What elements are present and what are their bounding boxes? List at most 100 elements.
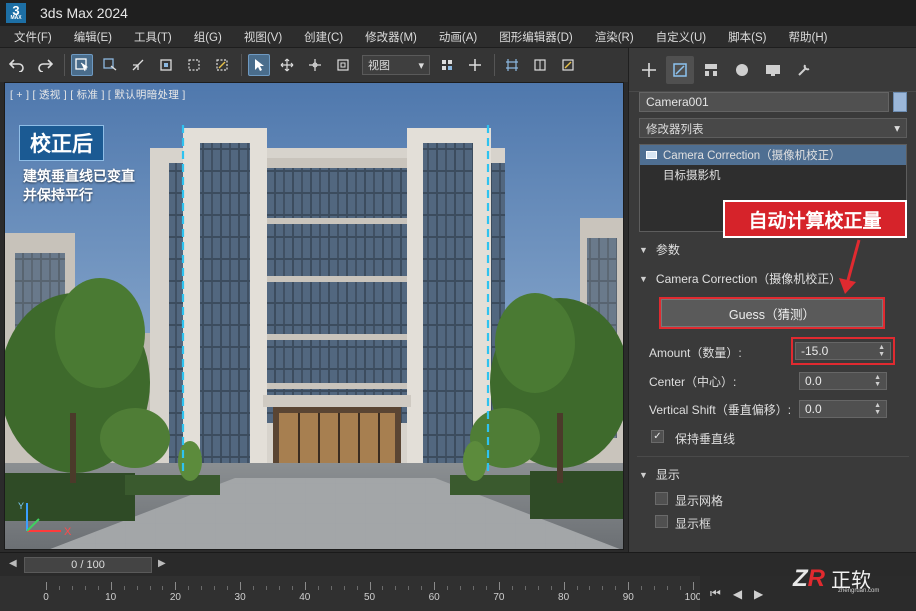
- command-panel-tabs: [629, 48, 916, 92]
- viewport-label-menu[interactable]: [ + ] [ 透视 ] [ 标准 ] [ 默认明暗处理 ]: [10, 87, 186, 102]
- modifier-visibility-icon[interactable]: [646, 151, 657, 159]
- menu-create[interactable]: 创建(C): [304, 29, 343, 45]
- reference-coordinate-select[interactable]: 视图 ▾: [362, 55, 430, 75]
- track-bar-minor-tick: [214, 586, 216, 590]
- next-frame-icon[interactable]: ▶: [158, 558, 166, 569]
- guess-button[interactable]: Guess（猜测）: [659, 297, 885, 329]
- play-icon[interactable]: ▶: [754, 587, 763, 601]
- time-slider[interactable]: 0 / 100: [24, 557, 152, 573]
- bind-icon[interactable]: [155, 54, 177, 76]
- checkmark-icon: ✓: [653, 431, 662, 442]
- rect-select-icon[interactable]: [183, 54, 205, 76]
- menu-help[interactable]: 帮助(H): [788, 29, 827, 45]
- display-rollout-header[interactable]: ▼ 显示: [639, 466, 680, 483]
- track-bar-minor-tick: [227, 586, 229, 590]
- display-tab-icon[interactable]: [759, 56, 787, 84]
- link-icon[interactable]: [127, 54, 149, 76]
- select-object-icon[interactable]: [71, 54, 93, 76]
- track-bar-minor-tick: [408, 586, 410, 590]
- scale-icon[interactable]: [332, 54, 354, 76]
- spinner-arrows-icon[interactable]: ▲ ▼: [874, 402, 881, 416]
- vertical-shift-spinner[interactable]: 0.0 ▲ ▼: [799, 400, 887, 418]
- toolbar-divider: [494, 54, 495, 76]
- show-grid-label: 显示网格: [675, 494, 724, 508]
- redo-icon[interactable]: [34, 54, 56, 76]
- prev-frame-icon[interactable]: ◀: [9, 558, 17, 569]
- chevron-down-icon: ▾: [894, 123, 900, 135]
- window-crossing-icon[interactable]: [211, 54, 233, 76]
- after-correction-description: 建筑垂直线已变直 并保持平行: [23, 167, 135, 205]
- menu-scripting[interactable]: 脚本(S): [728, 29, 766, 45]
- snap-toggle-icon[interactable]: [501, 54, 523, 76]
- move-icon[interactable]: [276, 54, 298, 76]
- track-bar-minor-tick: [680, 586, 682, 590]
- app-logo-icon[interactable]: 3 MAX: [6, 3, 26, 23]
- track-bar-tick-label: 40: [299, 592, 311, 603]
- create-tab-icon[interactable]: [635, 56, 663, 84]
- modify-tab-icon[interactable]: [666, 55, 694, 84]
- pivot-center-icon[interactable]: [436, 54, 458, 76]
- stack-item-camera-correction[interactable]: Camera Correction（摄像机校正）: [640, 145, 906, 165]
- menu-group[interactable]: 组(G): [194, 29, 222, 45]
- amount-value: -15.0: [801, 344, 829, 358]
- menu-rendering[interactable]: 渲染(R): [595, 29, 634, 45]
- align-icon[interactable]: [557, 54, 579, 76]
- menu-edit[interactable]: 编辑(E): [74, 29, 112, 45]
- menu-views[interactable]: 视图(V): [244, 29, 282, 45]
- menu-customize[interactable]: 自定义(U): [656, 29, 706, 45]
- main-toolbar: 视图 ▾: [0, 48, 628, 82]
- center-spinner[interactable]: 0.0 ▲ ▼: [799, 372, 887, 390]
- auto-calc-callout: 自动计算校正量: [723, 200, 907, 238]
- track-bar-tick: [46, 582, 47, 590]
- go-to-start-icon[interactable]: ⏮: [710, 586, 721, 601]
- perspective-viewport[interactable]: [ + ] [ 透视 ] [ 标准 ] [ 默认明暗处理 ] 校正后 建筑垂直线…: [4, 82, 624, 550]
- track-bar-minor-tick: [395, 586, 397, 590]
- mirror-icon[interactable]: [529, 54, 551, 76]
- spinner-arrows-icon[interactable]: ▲ ▼: [874, 374, 881, 388]
- object-color-swatch[interactable]: [893, 92, 907, 112]
- show-grid-checkbox[interactable]: [655, 492, 668, 505]
- menu-file[interactable]: 文件(F): [14, 29, 52, 45]
- track-bar-minor-tick: [641, 586, 643, 590]
- command-panel: Camera001 修改器列表 ▾ Camera Correction（摄像机校…: [628, 48, 916, 552]
- menu-graph-editors[interactable]: 图形编辑器(D): [499, 29, 572, 45]
- menu-tools[interactable]: 工具(T): [134, 29, 172, 45]
- track-bar-minor-tick: [511, 586, 513, 590]
- keep-vertical-checkbox[interactable]: ✓: [651, 430, 664, 443]
- track-bar-tick: [693, 582, 694, 590]
- track-bar-minor-tick: [524, 586, 526, 590]
- reference-coordinate-value: 视图: [368, 60, 390, 72]
- select-region-icon[interactable]: [99, 54, 121, 76]
- rotate-icon[interactable]: [304, 54, 326, 76]
- track-bar-tick-label: 80: [558, 592, 570, 603]
- track-bar-minor-tick: [97, 586, 99, 590]
- previous-key-icon[interactable]: ◀: [733, 587, 742, 601]
- modifier-list-dropdown[interactable]: 修改器列表 ▾: [639, 118, 907, 138]
- track-bar-tick-label: 10: [105, 592, 117, 603]
- params-rollout-title: 参数: [655, 243, 680, 257]
- camera-correction-rollout-header[interactable]: ▼ Camera Correction（摄像机校正）: [639, 270, 841, 287]
- motion-tab-icon[interactable]: [728, 56, 756, 84]
- menu-modifiers[interactable]: 修改器(M): [365, 29, 417, 45]
- track-bar-minor-tick: [576, 586, 578, 590]
- center-value: 0.0: [805, 374, 822, 388]
- track-bar-minor-tick: [317, 586, 319, 590]
- track-bar-tick: [369, 582, 371, 590]
- select-manipulate-icon[interactable]: [464, 54, 486, 76]
- track-bar-tick: [240, 582, 242, 590]
- track-bar-minor-tick: [447, 586, 449, 590]
- track-bar-tick-label: 50: [363, 592, 376, 603]
- stack-item-target-camera[interactable]: 目标摄影机: [640, 165, 906, 185]
- track-bar[interactable]: 0 10 20 30 40 50 60 70 80 90 100: [0, 576, 701, 611]
- params-rollout-header[interactable]: ▼ 参数: [639, 241, 680, 258]
- menu-animation[interactable]: 动画(A): [439, 29, 477, 45]
- hierarchy-tab-icon[interactable]: [697, 56, 725, 84]
- amount-spinner[interactable]: -15.0 ▲ ▼: [795, 342, 891, 360]
- undo-icon[interactable]: [6, 54, 28, 76]
- utilities-tab-icon[interactable]: [790, 56, 818, 84]
- select-arrow-icon[interactable]: [248, 54, 270, 76]
- show-frame-checkbox[interactable]: [655, 515, 668, 528]
- object-name-field[interactable]: Camera001: [639, 92, 889, 112]
- spinner-arrows-icon[interactable]: ▲ ▼: [878, 344, 885, 358]
- track-bar-tick-label: 20: [169, 592, 181, 603]
